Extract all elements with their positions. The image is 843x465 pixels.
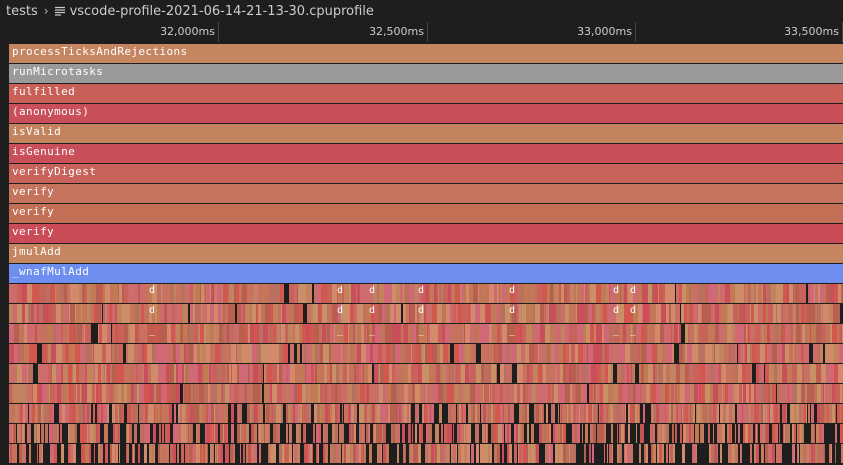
- list-icon: [54, 5, 66, 17]
- frame-mini-label: d: [630, 285, 637, 296]
- stripe-row[interactable]: [9, 424, 843, 443]
- frame-mini-label: d: [418, 305, 425, 316]
- frame-row[interactable]: verify: [9, 204, 843, 223]
- frame-mini-label: d: [369, 305, 376, 316]
- frame-row[interactable]: _wnafMulAdd: [9, 264, 843, 283]
- frame-mini-label: _: [337, 325, 344, 336]
- frame-row[interactable]: fulfilled: [9, 84, 843, 103]
- frame-label: runMicrotasks: [12, 65, 104, 78]
- frame-row[interactable]: processTicksAndRejections: [9, 44, 843, 63]
- stripe-row[interactable]: [9, 364, 843, 383]
- frame-mini-label: d: [369, 285, 376, 296]
- frame-mini-label: d: [149, 305, 156, 316]
- frame-mini-label: _: [613, 325, 620, 336]
- stripe: [838, 364, 843, 383]
- frame-row[interactable]: isValid: [9, 124, 843, 143]
- frame-row[interactable]: (anonymous): [9, 104, 843, 123]
- stripe-row[interactable]: [9, 284, 843, 303]
- tick-label: 32,500ms: [369, 25, 424, 38]
- tick-label: 33,000ms: [577, 25, 632, 38]
- frame-mini-label: _: [418, 325, 425, 336]
- stripe-row[interactable]: [9, 344, 843, 363]
- frame-mini-label: d: [613, 285, 620, 296]
- frame-mini-label: d: [418, 285, 425, 296]
- frame-mini-label: d: [630, 305, 637, 316]
- frame-mini-label: d: [509, 285, 516, 296]
- frame-mini-label: d: [509, 305, 516, 316]
- stripe-row[interactable]: [9, 404, 843, 423]
- breadcrumb-file[interactable]: vscode-profile-2021-06-14-21-13-30.cpupr…: [70, 4, 374, 19]
- frame-label: verify: [12, 205, 55, 218]
- frame-row[interactable]: isGenuine: [9, 144, 843, 163]
- frame-label: isGenuine: [12, 145, 76, 158]
- tick-line: [635, 22, 636, 42]
- breadcrumb-folder[interactable]: tests: [0, 4, 38, 19]
- frame-mini-label: _: [630, 325, 637, 336]
- frame-label: fulfilled: [12, 85, 76, 98]
- frame-mini-label: d: [613, 305, 620, 316]
- frame-row[interactable]: jmulAdd: [9, 244, 843, 263]
- breadcrumb: tests › vscode-profile-2021-06-14-21-13-…: [0, 0, 843, 22]
- stripe-row[interactable]: [9, 444, 843, 463]
- frame-mini-label: _: [509, 325, 516, 336]
- tick-line: [427, 22, 428, 42]
- stripe-row[interactable]: [9, 324, 843, 343]
- frame-label: verify: [12, 225, 55, 238]
- frame-mini-label: _: [149, 325, 156, 336]
- frame-label: jmulAdd: [12, 245, 62, 258]
- stripe-row[interactable]: [9, 304, 843, 323]
- frame-mini-label: d: [149, 285, 156, 296]
- frame-label: (anonymous): [12, 105, 90, 118]
- frame-label: verify: [12, 185, 55, 198]
- chevron-right-icon: ›: [43, 4, 49, 18]
- frame-mini-label: _: [369, 325, 376, 336]
- frame-label: _wnafMulAdd: [12, 265, 90, 278]
- tick-label: 32,000ms: [160, 25, 215, 38]
- stripe-row[interactable]: [9, 384, 843, 403]
- flame-graph[interactable]: processTicksAndRejections runMicrotasks …: [9, 44, 843, 465]
- timeline-ruler: 32,000ms 32,500ms 33,000ms 33,500ms: [0, 22, 843, 42]
- frame-label: processTicksAndRejections: [12, 45, 188, 58]
- frame-mini-label: d: [337, 285, 344, 296]
- frame-label: isValid: [12, 125, 62, 138]
- frame-row[interactable]: verify: [9, 184, 843, 203]
- frame-row[interactable]: runMicrotasks: [9, 64, 843, 83]
- frame-row[interactable]: verify: [9, 224, 843, 243]
- frame-label: verifyDigest: [12, 165, 97, 178]
- tick-line: [218, 22, 219, 42]
- frame-mini-label: d: [337, 305, 344, 316]
- frame-row[interactable]: verifyDigest: [9, 164, 843, 183]
- tick-label: 33,500ms: [784, 25, 839, 38]
